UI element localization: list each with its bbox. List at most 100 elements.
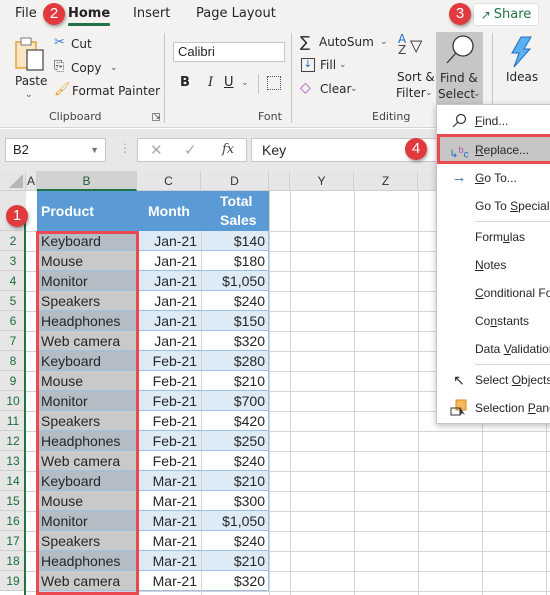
row-header[interactable]: 6 xyxy=(0,311,26,331)
month-cell[interactable]: Jan-21 xyxy=(137,311,201,331)
header-cell-product[interactable]: Product xyxy=(37,191,137,231)
sales-cell[interactable]: $240 xyxy=(201,291,269,311)
sales-cell[interactable]: $250 xyxy=(201,431,269,451)
sort-filter-button[interactable]: AZ ▽ Sort & Filter ⌄ xyxy=(394,33,435,104)
menu-item-goto[interactable]: → Go To... xyxy=(437,164,550,192)
column-header-d[interactable]: D xyxy=(201,171,269,191)
row-header[interactable]: 15 xyxy=(0,491,26,511)
row-header[interactable]: 8 xyxy=(0,351,26,371)
sales-cell[interactable]: $320 xyxy=(201,571,269,591)
month-cell[interactable]: Mar-21 xyxy=(137,551,201,571)
row-header[interactable]: 17 xyxy=(0,531,26,551)
insert-function-icon[interactable]: fx xyxy=(222,142,234,157)
clear-button[interactable]: ◇ Clear ⌄ xyxy=(300,80,358,99)
share-button[interactable]: ↗ Share xyxy=(473,3,539,26)
header-cell-total-sales[interactable]: Total Sales xyxy=(201,191,269,231)
month-cell[interactable]: Jan-21 xyxy=(137,251,201,271)
name-box-dropdown-icon[interactable]: ▼ xyxy=(90,145,99,155)
sales-cell[interactable]: $180 xyxy=(201,251,269,271)
sales-cell[interactable]: $700 xyxy=(201,391,269,411)
underline-dropdown-icon[interactable]: ⌄ xyxy=(241,78,249,88)
sales-cell[interactable]: $1,050 xyxy=(201,511,269,531)
tab-file[interactable]: File xyxy=(15,6,37,21)
month-cell[interactable]: Feb-21 xyxy=(137,411,201,431)
row-header[interactable]: 18 xyxy=(0,551,26,571)
column-header-y[interactable]: Y xyxy=(290,171,354,191)
tab-page-layout[interactable]: Page Layout xyxy=(196,6,276,21)
borders-icon[interactable] xyxy=(267,76,281,90)
row-header[interactable]: 3 xyxy=(0,251,26,271)
month-cell[interactable]: Jan-21 xyxy=(137,291,201,311)
sales-cell[interactable]: $420 xyxy=(201,411,269,431)
menu-item-constants[interactable]: Constants xyxy=(437,307,550,335)
row-header[interactable]: 19 xyxy=(0,571,26,591)
sales-cell[interactable]: $150 xyxy=(201,311,269,331)
tab-insert[interactable]: Insert xyxy=(133,6,170,21)
row-header[interactable]: 7 xyxy=(0,331,26,351)
month-cell[interactable]: Feb-21 xyxy=(137,431,201,451)
paste-button[interactable]: Paste ⌄ xyxy=(10,34,48,100)
month-cell[interactable]: Jan-21 xyxy=(137,331,201,351)
month-cell[interactable]: Jan-21 xyxy=(137,271,201,291)
font-name-input[interactable]: Calibri xyxy=(173,42,285,62)
row-header[interactable]: 5 xyxy=(0,291,26,311)
month-cell[interactable]: Feb-21 xyxy=(137,391,201,411)
month-cell[interactable]: Feb-21 xyxy=(137,351,201,371)
column-header-b[interactable]: B xyxy=(37,171,137,191)
underline-button[interactable]: U xyxy=(224,75,234,90)
menu-item-data-validation[interactable]: Data Validation xyxy=(437,335,550,363)
tab-home[interactable]: Home xyxy=(68,6,111,26)
name-box[interactable]: B2 ▼ xyxy=(5,138,106,162)
month-cell[interactable]: Mar-21 xyxy=(137,491,201,511)
column-header-a[interactable]: A xyxy=(26,171,37,191)
row-header[interactable]: 4 xyxy=(0,271,26,291)
month-cell[interactable]: Mar-21 xyxy=(137,471,201,491)
month-cell[interactable]: Mar-21 xyxy=(137,571,201,591)
menu-item-select-objects[interactable]: ↖ Select Objects xyxy=(437,366,550,394)
header-cell-month[interactable]: Month xyxy=(137,191,201,231)
column-header-z[interactable]: Z xyxy=(354,171,418,191)
sales-cell[interactable]: $240 xyxy=(201,451,269,471)
column-header-hidden[interactable] xyxy=(269,171,290,191)
sales-cell[interactable]: $1,050 xyxy=(201,271,269,291)
menu-item-find[interactable]: Find... xyxy=(437,107,550,135)
bold-button[interactable]: B xyxy=(180,75,190,90)
row-header[interactable]: 14 xyxy=(0,471,26,491)
sales-cell[interactable]: $280 xyxy=(201,351,269,371)
autosum-button[interactable]: ∑ AutoSum ⌄ xyxy=(300,33,388,52)
sales-cell[interactable]: $210 xyxy=(201,471,269,491)
menu-item-goto-special[interactable]: Go To Special... xyxy=(437,192,550,220)
fill-button[interactable]: ↓ Fill ⌄ xyxy=(300,57,350,75)
month-cell[interactable]: Jan-21 xyxy=(137,231,201,251)
sales-cell[interactable]: $300 xyxy=(201,491,269,511)
menu-item-notes[interactable]: Notes xyxy=(437,251,550,279)
sales-cell[interactable]: $320 xyxy=(201,331,269,351)
clipboard-dialog-launcher[interactable]: ↘ xyxy=(152,113,161,122)
row-header[interactable]: 2 xyxy=(0,231,26,251)
sales-cell[interactable]: $210 xyxy=(201,371,269,391)
month-cell[interactable]: Mar-21 xyxy=(137,531,201,551)
row-header[interactable]: 12 xyxy=(0,431,26,451)
row-header[interactable]: 9 xyxy=(0,371,26,391)
row-header[interactable]: 13 xyxy=(0,451,26,471)
menu-item-conditional-formatting[interactable]: Conditional Formatting xyxy=(437,279,550,307)
menu-item-selection-pane[interactable]: Selection Pane... xyxy=(437,394,550,422)
row-header[interactable]: 16 xyxy=(0,511,26,531)
row-header[interactable]: 11 xyxy=(0,411,26,431)
row-header[interactable]: 10 xyxy=(0,391,26,411)
italic-button[interactable]: I xyxy=(208,75,213,90)
drag-handle-icon[interactable]: ⋮ xyxy=(119,141,131,155)
month-cell[interactable]: Feb-21 xyxy=(137,371,201,391)
month-cell[interactable]: Feb-21 xyxy=(137,451,201,471)
sales-cell[interactable]: $240 xyxy=(201,531,269,551)
ideas-button[interactable]: Ideas xyxy=(497,32,545,102)
find-select-button[interactable]: Find & Select ⌄ xyxy=(436,32,483,104)
sales-cell[interactable]: $140 xyxy=(201,231,269,251)
select-all-button[interactable] xyxy=(0,171,26,191)
sales-cell[interactable]: $210 xyxy=(201,551,269,571)
menu-item-formulas[interactable]: Formulas xyxy=(437,223,550,251)
month-cell[interactable]: Mar-21 xyxy=(137,511,201,531)
column-header-c[interactable]: C xyxy=(137,171,201,191)
cut-button[interactable]: ✂ Cut xyxy=(54,35,104,54)
enter-check-icon[interactable]: ✓ xyxy=(184,141,197,159)
